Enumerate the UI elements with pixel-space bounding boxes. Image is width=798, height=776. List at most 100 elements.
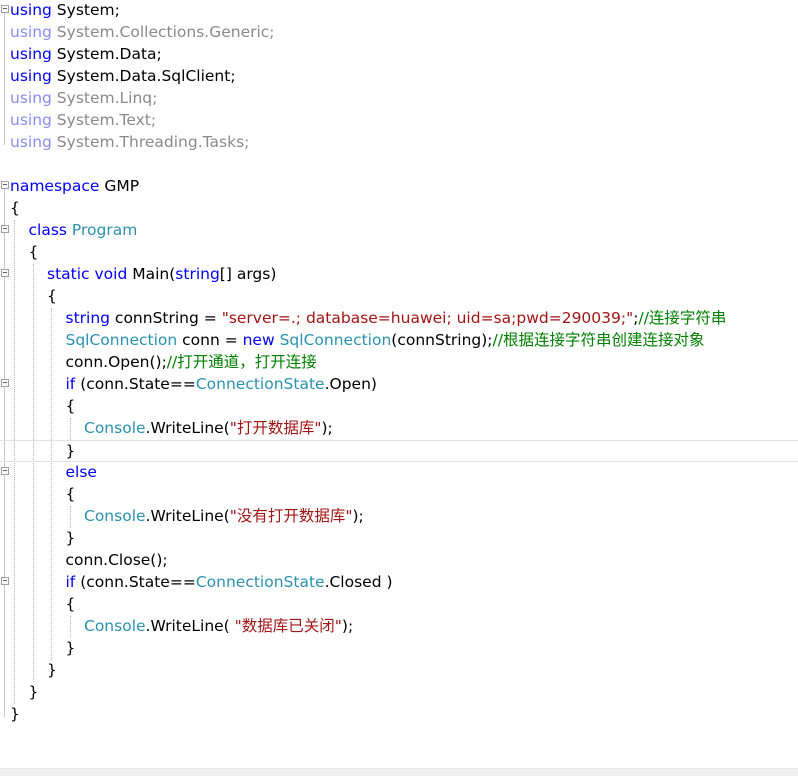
code-text: using System.Collections.Generic;	[10, 22, 275, 42]
code-token: new	[242, 331, 275, 349]
code-line[interactable]: namespace GMP	[0, 176, 798, 198]
code-text: }	[29, 682, 39, 702]
code-token: System.Data.SqlClient;	[51, 67, 236, 85]
collapse-toggle-icon[interactable]	[1, 577, 9, 585]
code-line[interactable]: {	[0, 594, 798, 616]
code-line[interactable]: Console.WriteLine("没有打开数据库");	[0, 506, 798, 528]
code-line[interactable]: using System.Text;	[0, 110, 798, 132]
code-line[interactable]: using System.Data;	[0, 44, 798, 66]
code-line[interactable]: SqlConnection conn = new SqlConnection(c…	[0, 330, 798, 352]
code-line[interactable]: {	[0, 286, 798, 308]
code-text: using System.Threading.Tasks;	[10, 132, 249, 152]
code-token: using	[10, 1, 52, 19]
code-line[interactable]: {	[0, 242, 798, 264]
horizontal-scrollbar[interactable]	[0, 768, 798, 776]
code-token: ConnectionState	[195, 573, 325, 591]
code-text: {	[10, 198, 20, 218]
code-line[interactable]: }	[0, 638, 798, 660]
collapse-toggle-icon[interactable]	[1, 467, 9, 475]
code-token: else	[65, 463, 97, 481]
code-line-current[interactable]: }	[0, 440, 798, 462]
code-editor[interactable]: using System; using System.Collections.Ge…	[0, 0, 798, 768]
code-line[interactable]: {	[0, 198, 798, 220]
code-line[interactable]: if (conn.State==ConnectionState.Open)	[0, 374, 798, 396]
code-text: string connString = "server=.; database=…	[66, 308, 727, 328]
code-line[interactable]: {	[0, 484, 798, 506]
code-token: }	[47, 661, 57, 679]
code-text: }	[66, 528, 76, 548]
code-token: "server=.; database=huawei; uid=sa;pwd=2…	[221, 309, 634, 327]
code-token: {	[65, 397, 76, 415]
collapse-toggle-icon[interactable]	[1, 5, 9, 13]
code-token: );	[352, 507, 364, 525]
code-line[interactable]: string connString = "server=.; database=…	[0, 308, 798, 330]
code-token: {	[28, 243, 39, 261]
code-text: if (conn.State==ConnectionState.Closed )	[66, 572, 393, 592]
code-token: Main(	[127, 265, 176, 283]
code-token: static	[47, 265, 90, 283]
collapse-toggle-icon[interactable]	[1, 269, 9, 277]
code-text: using System.Text;	[10, 110, 156, 130]
code-line[interactable]	[0, 154, 798, 176]
code-line[interactable]: }	[0, 704, 798, 726]
code-token: if	[65, 573, 76, 591]
code-token: .Open)	[324, 375, 377, 393]
code-token: .WriteLine(	[145, 617, 235, 635]
code-token: using	[10, 67, 52, 85]
code-text: static void Main(string[] args)	[47, 264, 276, 284]
code-token: Console	[84, 419, 146, 437]
code-text: {	[47, 286, 57, 306]
code-line[interactable]: static void Main(string[] args)	[0, 264, 798, 286]
collapse-toggle-icon[interactable]	[1, 181, 9, 189]
code-token: {	[65, 595, 76, 613]
code-token: .WriteLine(	[145, 507, 230, 525]
code-token: "打开数据库"	[229, 419, 322, 437]
code-text: }	[66, 441, 76, 461]
code-line[interactable]: }	[0, 660, 798, 682]
code-line[interactable]: class Program	[0, 220, 798, 242]
code-line[interactable]: using System.Threading.Tasks;	[0, 132, 798, 154]
code-text: using System.Linq;	[10, 88, 157, 108]
code-text: using System.Data;	[10, 44, 162, 64]
code-token: ConnectionState	[195, 375, 325, 393]
code-token: using	[10, 111, 52, 129]
code-token: }	[10, 705, 20, 723]
code-text: namespace GMP	[10, 176, 139, 196]
code-line[interactable]: conn.Close();	[0, 550, 798, 572]
code-text: SqlConnection conn = new SqlConnection(c…	[66, 330, 705, 350]
code-line[interactable]: conn.Open();//打开通道，打开连接	[0, 352, 798, 374]
code-token: GMP	[99, 177, 140, 195]
code-token: class	[28, 221, 67, 239]
code-text: }	[66, 638, 76, 658]
code-line[interactable]: {	[0, 396, 798, 418]
collapse-toggle-icon[interactable]	[1, 379, 9, 387]
code-line[interactable]: else	[0, 462, 798, 484]
code-token: }	[65, 442, 76, 460]
code-token: (conn.State==	[75, 573, 196, 591]
code-line[interactable]: if (conn.State==ConnectionState.Closed )	[0, 572, 798, 594]
code-token: //打开通道，打开连接	[166, 353, 317, 371]
code-token: if	[65, 375, 76, 393]
code-text: else	[66, 462, 97, 482]
code-token: System.Collections.Generic;	[51, 23, 275, 41]
code-token: //连接字符串	[638, 309, 727, 327]
code-text: {	[66, 396, 76, 416]
code-line[interactable]: using System.Collections.Generic;	[0, 22, 798, 44]
code-token: using	[10, 133, 52, 151]
code-text: {	[29, 242, 39, 262]
code-lines[interactable]: using System; using System.Collections.Ge…	[0, 0, 798, 726]
code-line[interactable]: Console.WriteLine( "数据库已关闭");	[0, 616, 798, 638]
code-text: Console.WriteLine("没有打开数据库");	[84, 506, 364, 526]
code-line[interactable]: }	[0, 528, 798, 550]
code-token: }	[65, 639, 76, 657]
code-token: );	[321, 419, 333, 437]
code-token: SqlConnection	[65, 331, 178, 349]
code-text: class Program	[29, 220, 138, 240]
code-text: conn.Open();//打开通道，打开连接	[66, 352, 317, 372]
code-line[interactable]: }	[0, 682, 798, 704]
code-line[interactable]: using System.Data.SqlClient;	[0, 66, 798, 88]
code-line[interactable]: using System.Linq;	[0, 88, 798, 110]
code-line[interactable]: using System;	[0, 0, 798, 22]
collapse-toggle-icon[interactable]	[1, 225, 9, 233]
code-line[interactable]: Console.WriteLine("打开数据库");	[0, 418, 798, 440]
